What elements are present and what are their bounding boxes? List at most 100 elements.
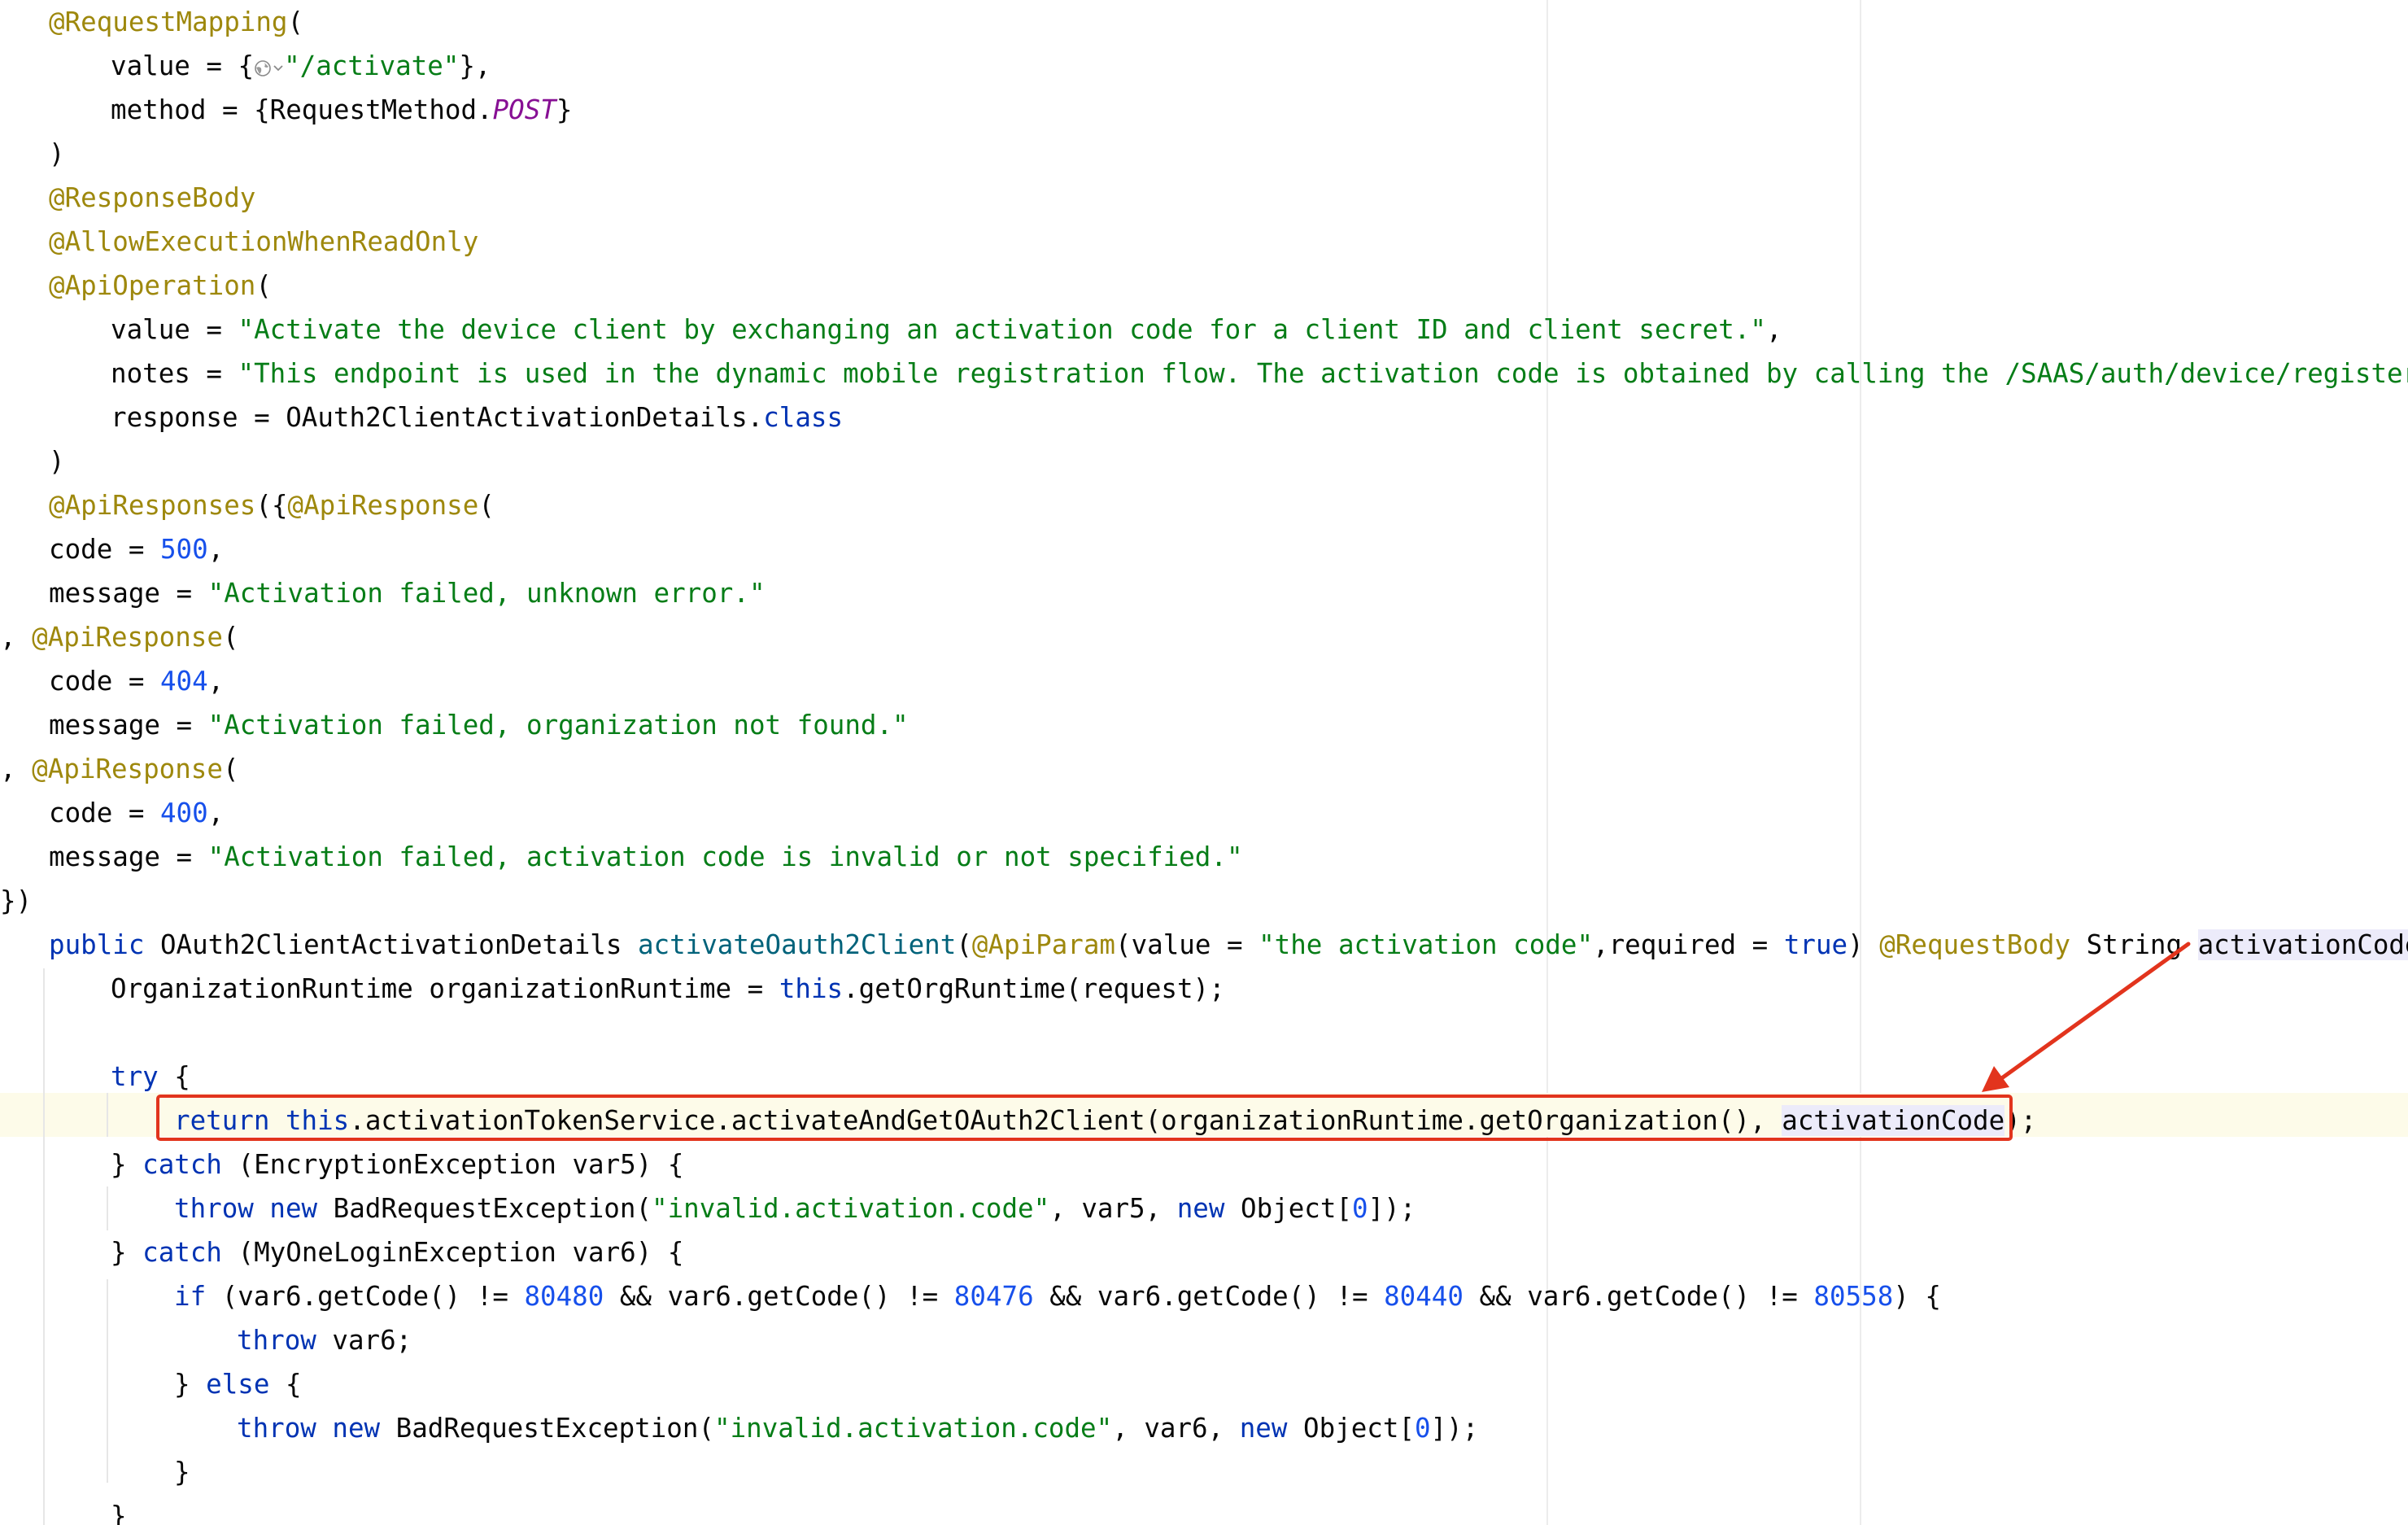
code-line[interactable]: } bbox=[111, 1494, 127, 1525]
code-token: ]); bbox=[1368, 1193, 1416, 1224]
code-line[interactable]: , @ApiResponse( bbox=[0, 615, 239, 659]
code-token: else bbox=[206, 1369, 286, 1400]
code-line[interactable]: try { bbox=[111, 1055, 190, 1099]
code-token: @ApiResponses bbox=[49, 490, 256, 521]
code-token: throw new bbox=[174, 1193, 334, 1224]
code-line[interactable]: } catch (MyOneLoginException var6) { bbox=[111, 1230, 683, 1274]
code-line[interactable]: } catch (EncryptionException var5) { bbox=[111, 1143, 683, 1186]
code-line[interactable]: code = 400, bbox=[49, 791, 224, 835]
code-token: ( bbox=[222, 754, 239, 784]
code-token: try bbox=[111, 1061, 175, 1092]
code-token: 0 bbox=[1414, 1413, 1431, 1444]
code-line[interactable]: throw new BadRequestException("invalid.a… bbox=[237, 1406, 1478, 1450]
code-token: } bbox=[174, 1457, 190, 1488]
code-line[interactable]: notes = "This endpoint is used in the dy… bbox=[111, 352, 2408, 395]
code-token: && var6.getCode() != bbox=[1463, 1281, 1814, 1312]
code-token: ) { bbox=[1893, 1281, 1941, 1312]
code-line[interactable]: @ApiOperation( bbox=[49, 264, 272, 308]
code-token: , var6, bbox=[1112, 1413, 1240, 1444]
code-token: "invalid.activation.code" bbox=[652, 1193, 1050, 1224]
code-token: public bbox=[49, 929, 160, 960]
code-token: if bbox=[174, 1281, 222, 1312]
code-editor[interactable]: @RequestMapping(value = {"/activate"}, me… bbox=[0, 0, 2408, 1525]
code-token: } bbox=[111, 1149, 143, 1180]
code-token: @ApiOperation bbox=[49, 270, 256, 301]
code-line[interactable]: ) bbox=[49, 132, 65, 176]
code-token: @ResponseBody bbox=[49, 182, 256, 213]
code-line[interactable]: @AllowExecutionWhenReadOnly bbox=[49, 220, 478, 264]
code-token: BadRequestException( bbox=[333, 1193, 652, 1224]
code-token: (var6.getCode() != bbox=[221, 1281, 525, 1312]
code-line[interactable]: message = "Activation failed, unknown er… bbox=[49, 571, 766, 615]
code-line[interactable]: }) bbox=[0, 879, 32, 923]
code-token: } bbox=[174, 1369, 207, 1400]
code-line[interactable]: @ResponseBody bbox=[49, 176, 255, 220]
code-line[interactable]: value = {"/activate"}, bbox=[111, 44, 491, 88]
code-token: @AllowExecutionWhenReadOnly bbox=[49, 226, 479, 257]
code-token: , bbox=[207, 534, 225, 565]
code-token: OAuth2ClientActivationDetails bbox=[159, 929, 638, 960]
code-line[interactable]: , @ApiResponse( bbox=[0, 747, 239, 791]
code-line[interactable]: code = 500, bbox=[49, 527, 224, 571]
code-token: ( bbox=[287, 7, 304, 37]
code-token: "the activation code" bbox=[1259, 929, 1594, 960]
code-token: 80480 bbox=[524, 1281, 604, 1312]
code-token: code = bbox=[49, 797, 160, 828]
code-token: value = bbox=[111, 314, 238, 345]
code-token: .getOrgRuntime(request); bbox=[843, 973, 1225, 1004]
code-token: ,required = bbox=[1593, 929, 1784, 960]
code-line[interactable]: value = "Activate the device client by e… bbox=[111, 308, 1782, 352]
code-token: ) bbox=[1847, 929, 1880, 960]
code-token: 400 bbox=[159, 797, 208, 828]
code-line[interactable]: } bbox=[174, 1450, 190, 1494]
code-token: ( bbox=[956, 929, 972, 960]
code-line[interactable]: message = "Activation failed, activation… bbox=[49, 835, 1243, 879]
code-line[interactable]: message = "Activation failed, organizati… bbox=[49, 703, 909, 747]
code-token: code = bbox=[49, 534, 160, 565]
indent-guide bbox=[43, 968, 45, 1525]
code-token: @ApiResponse bbox=[287, 490, 479, 521]
url-mapping-icon[interactable] bbox=[254, 50, 284, 81]
code-token: @ApiParam bbox=[971, 929, 1115, 960]
code-token: POST bbox=[492, 94, 556, 125]
code-line[interactable]: } else { bbox=[174, 1362, 302, 1406]
code-line[interactable]: throw var6; bbox=[237, 1318, 412, 1362]
code-token: ( bbox=[478, 490, 495, 521]
code-line[interactable]: OrganizationRuntime organizationRuntime … bbox=[111, 967, 1225, 1011]
code-token: Object[ bbox=[1241, 1193, 1352, 1224]
code-token: , bbox=[0, 622, 33, 653]
code-line[interactable]: public OAuth2ClientActivationDetails act… bbox=[49, 923, 2408, 967]
code-token: && var6.getCode() != bbox=[1033, 1281, 1385, 1312]
arrow-head bbox=[1982, 1066, 2009, 1092]
code-token: 80440 bbox=[1384, 1281, 1464, 1312]
code-token: } bbox=[111, 1501, 127, 1525]
indent-guide bbox=[107, 1093, 108, 1137]
code-token: "This endpoint is used in the dynamic mo… bbox=[238, 358, 2408, 389]
code-line[interactable]: method = {RequestMethod.POST} bbox=[111, 88, 572, 132]
code-token: @RequestBody bbox=[1879, 929, 2087, 960]
code-token: (MyOneLoginException var6) { bbox=[238, 1237, 684, 1268]
code-token: "Activation failed, organization not fou… bbox=[207, 710, 909, 741]
code-line[interactable]: ) bbox=[49, 439, 65, 483]
code-token: method = {RequestMethod. bbox=[111, 94, 493, 125]
identifier-usage: activationCode bbox=[2197, 929, 2408, 960]
code-token: { bbox=[285, 1369, 302, 1400]
code-token: message = bbox=[49, 578, 208, 609]
code-token: 500 bbox=[159, 534, 208, 565]
code-line[interactable]: code = 404, bbox=[49, 659, 224, 703]
code-token: }) bbox=[0, 885, 33, 916]
code-line[interactable]: @RequestMapping( bbox=[49, 0, 303, 44]
code-line[interactable]: if (var6.getCode() != 80480 && var6.getC… bbox=[174, 1274, 1941, 1318]
code-line[interactable]: response = OAuth2ClientActivationDetails… bbox=[111, 395, 843, 439]
highlight-box bbox=[156, 1095, 2013, 1141]
code-token: throw new bbox=[237, 1413, 396, 1444]
globe-icon bbox=[255, 60, 271, 76]
code-token: OrganizationRuntime organizationRuntime … bbox=[111, 973, 779, 1004]
code-line[interactable]: @ApiResponses({@ApiResponse( bbox=[49, 483, 495, 527]
code-token: @RequestMapping bbox=[49, 7, 288, 37]
code-token: code = bbox=[49, 666, 160, 697]
code-token: true bbox=[1783, 929, 1848, 960]
code-token: ( bbox=[222, 622, 239, 653]
code-line[interactable]: throw new BadRequestException("invalid.a… bbox=[174, 1186, 1416, 1230]
code-token: 80476 bbox=[953, 1281, 1034, 1312]
